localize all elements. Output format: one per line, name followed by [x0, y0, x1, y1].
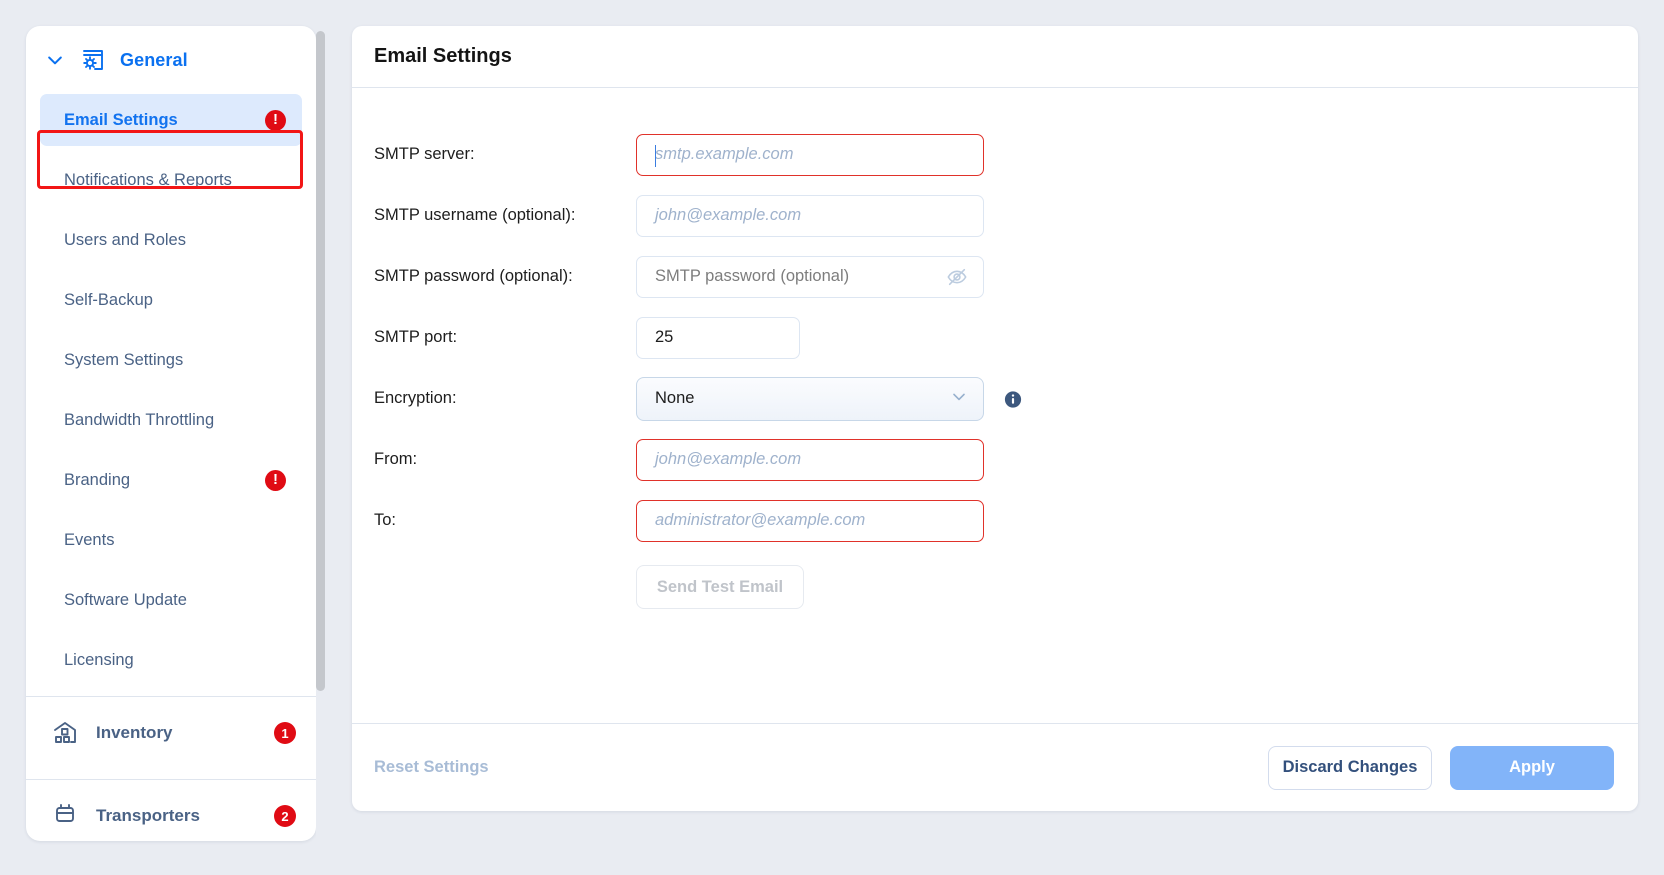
- to-input[interactable]: administrator@example.com: [636, 500, 984, 542]
- settings-window: General Email Settings ! Notifications &…: [0, 0, 1664, 875]
- sidebar-item-system-settings[interactable]: System Settings: [40, 334, 302, 386]
- sidebar-group-general[interactable]: General: [26, 26, 316, 94]
- sidebar-scrollbar-thumb[interactable]: [316, 31, 325, 691]
- sidebar-item-licensing[interactable]: Licensing: [40, 634, 302, 686]
- sidebar-item-branding[interactable]: Branding !: [40, 454, 302, 506]
- sidebar-item-notifications-reports[interactable]: Notifications & Reports: [40, 154, 302, 206]
- smtp-username-placeholder: john@example.com: [655, 206, 801, 225]
- text-caret: [655, 145, 656, 167]
- sidebar-item-label: Users and Roles: [64, 231, 286, 250]
- sidebar-nav-list: Email Settings ! Notifications & Reports…: [26, 94, 316, 686]
- form-row-smtp-username: SMTP username (optional): john@example.c…: [352, 185, 1638, 246]
- chevron-down-icon[interactable]: [949, 386, 969, 411]
- reset-settings-link[interactable]: Reset Settings: [374, 758, 1268, 777]
- to-placeholder: administrator@example.com: [655, 511, 865, 530]
- to-label: To:: [374, 511, 636, 530]
- discard-changes-button[interactable]: Discard Changes: [1268, 746, 1432, 790]
- sidebar-item-label: Licensing: [64, 651, 286, 670]
- send-test-row: Send Test Email: [352, 565, 1638, 609]
- smtp-port-input[interactable]: 25: [636, 317, 800, 359]
- sidebar-item-bandwidth-throttling[interactable]: Bandwidth Throttling: [40, 394, 302, 446]
- sidebar-item-label: Self-Backup: [64, 291, 286, 310]
- panel-header: Email Settings: [352, 26, 1638, 88]
- sidebar-section-transporters[interactable]: Transporters 2: [26, 780, 316, 841]
- smtp-server-input[interactable]: smtp.example.com: [636, 134, 984, 176]
- panel-footer: Reset Settings Discard Changes Apply: [352, 723, 1638, 811]
- send-test-email-button[interactable]: Send Test Email: [636, 565, 804, 609]
- main-container: Email Settings SMTP server: smtp.example…: [316, 26, 1664, 875]
- sidebar: General Email Settings ! Notifications &…: [26, 26, 316, 841]
- encryption-label: Encryption:: [374, 389, 636, 408]
- sidebar-item-label: Branding: [64, 471, 265, 490]
- sidebar-section-label: Transporters: [96, 806, 258, 826]
- smtp-password-label: SMTP password (optional):: [374, 267, 636, 286]
- info-icon[interactable]: [1004, 390, 1022, 408]
- from-input[interactable]: john@example.com: [636, 439, 984, 481]
- sidebar-item-label: Email Settings: [64, 111, 265, 130]
- encryption-selected-value: None: [655, 389, 694, 408]
- form-row-to: To: administrator@example.com: [352, 490, 1638, 551]
- smtp-username-label: SMTP username (optional):: [374, 206, 636, 225]
- sidebar-item-software-update[interactable]: Software Update: [40, 574, 302, 626]
- smtp-username-input[interactable]: john@example.com: [636, 195, 984, 237]
- sidebar-item-label: Events: [64, 531, 286, 550]
- page-title: Email Settings: [374, 45, 512, 68]
- sidebar-item-email-settings[interactable]: Email Settings !: [40, 94, 302, 146]
- alert-badge-icon: !: [265, 110, 286, 131]
- smtp-port-label: SMTP port:: [374, 328, 636, 347]
- sidebar-item-label: Notifications & Reports: [64, 171, 286, 190]
- sidebar-group-label: General: [120, 50, 188, 71]
- form-row-smtp-password: SMTP password (optional): SMTP password …: [352, 246, 1638, 307]
- form-row-smtp-port: SMTP port: 25: [352, 307, 1638, 368]
- smtp-password-input[interactable]: SMTP password (optional): [636, 256, 984, 298]
- sidebar-item-self-backup[interactable]: Self-Backup: [40, 274, 302, 326]
- count-badge: 1: [274, 722, 296, 744]
- warehouse-icon: [50, 718, 80, 748]
- chevron-down-icon[interactable]: [44, 49, 66, 71]
- smtp-password-placeholder: SMTP password (optional): [655, 267, 849, 286]
- form-row-encryption: Encryption: None: [352, 368, 1638, 429]
- panel-body: SMTP server: smtp.example.com SMTP usern…: [352, 88, 1638, 723]
- sidebar-container: General Email Settings ! Notifications &…: [26, 26, 316, 841]
- smtp-server-placeholder: smtp.example.com: [655, 145, 793, 164]
- alert-badge-icon: !: [265, 470, 286, 491]
- encryption-select[interactable]: None: [636, 377, 984, 421]
- form-row-from: From: john@example.com: [352, 429, 1638, 490]
- sidebar-item-users-and-roles[interactable]: Users and Roles: [40, 214, 302, 266]
- from-label: From:: [374, 450, 636, 469]
- settings-panel: Email Settings SMTP server: smtp.example…: [352, 26, 1638, 811]
- from-placeholder: john@example.com: [655, 450, 801, 469]
- window-gear-icon: [78, 45, 108, 75]
- apply-button[interactable]: Apply: [1450, 746, 1614, 790]
- sidebar-item-label: System Settings: [64, 351, 286, 370]
- sidebar-section-inventory[interactable]: Inventory 1: [26, 697, 316, 769]
- transporter-icon: [50, 801, 80, 831]
- sidebar-item-label: Bandwidth Throttling: [64, 411, 286, 430]
- sidebar-item-label: Software Update: [64, 591, 286, 610]
- form-row-smtp-server: SMTP server: smtp.example.com: [352, 124, 1638, 185]
- smtp-port-value: 25: [655, 328, 673, 347]
- sidebar-section-label: Inventory: [96, 723, 258, 743]
- smtp-server-label: SMTP server:: [374, 145, 636, 164]
- count-badge: 2: [274, 805, 296, 827]
- sidebar-item-events[interactable]: Events: [40, 514, 302, 566]
- eye-off-icon[interactable]: [945, 265, 969, 289]
